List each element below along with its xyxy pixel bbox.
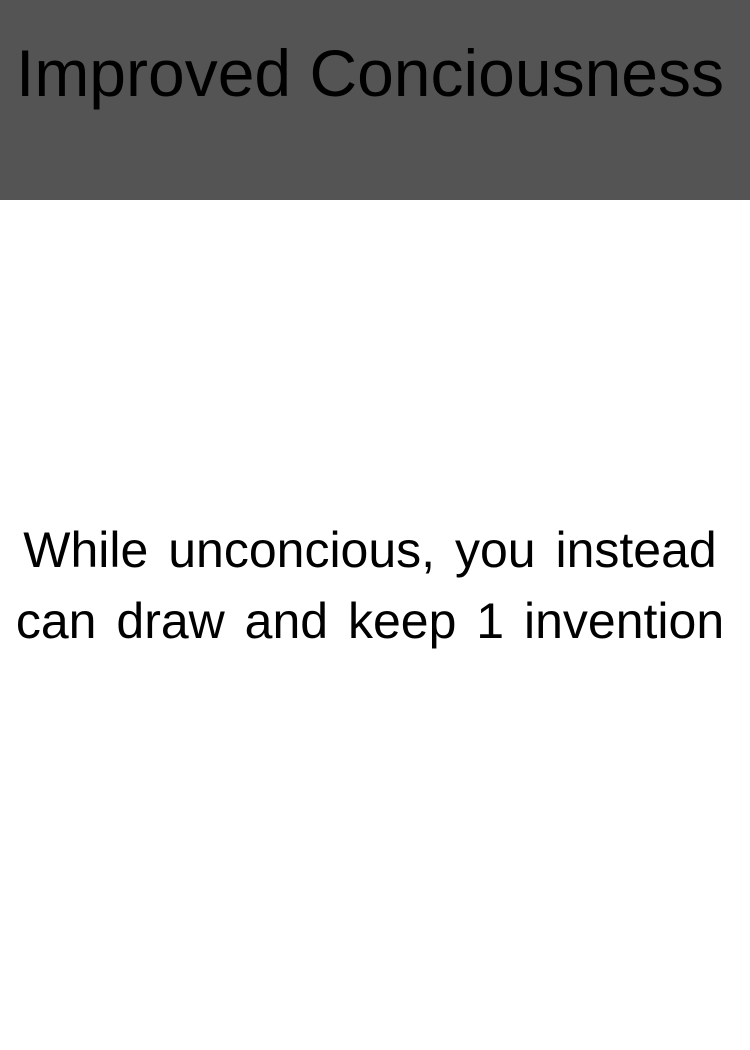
card-body: While unconcious, you instead can draw a… xyxy=(0,200,750,1050)
card-header: Improved Conciousness xyxy=(0,0,750,200)
card: Improved Conciousness While unconcious, … xyxy=(0,0,750,1050)
card-title: Improved Conciousness xyxy=(15,36,725,110)
card-description: While unconcious, you instead can draw a… xyxy=(15,522,725,649)
